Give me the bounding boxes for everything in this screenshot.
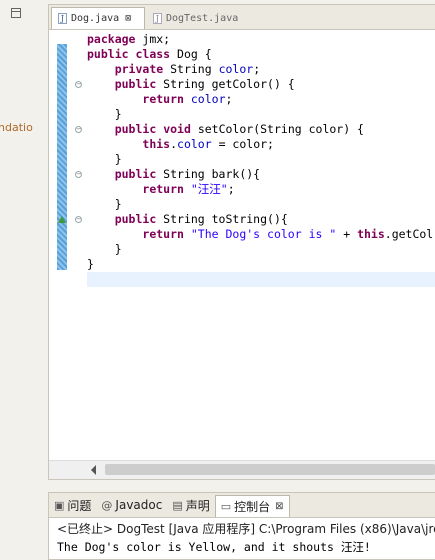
- javadoc-icon: @: [101, 498, 113, 512]
- editor-tab-bar: J Dog.java ⊠ J DogTest.java: [49, 5, 435, 30]
- fold-toggle-icon[interactable]: −: [75, 126, 82, 133]
- code-line[interactable]: return "汪汪";: [87, 182, 435, 197]
- code-line[interactable]: return color;: [87, 92, 435, 107]
- tab-label: 问题: [67, 498, 92, 513]
- code-line[interactable]: public String toString(){: [87, 212, 435, 227]
- current-line-highlight: [87, 272, 435, 287]
- code-editor[interactable]: − − − − package jmx; public class Dog { p…: [49, 30, 435, 461]
- code-line[interactable]: this.color = color;: [87, 137, 435, 152]
- tab-console[interactable]: ▭ 控制台 ⊠: [214, 495, 290, 517]
- scroll-left-icon[interactable]: [91, 465, 96, 475]
- code-line[interactable]: public void setColor(String color) {: [87, 122, 435, 137]
- tab-dog-java[interactable]: J Dog.java ⊠: [51, 7, 145, 29]
- tab-declaration[interactable]: ▤ 声明: [167, 494, 214, 516]
- editor-pane: J Dog.java ⊠ J DogTest.java − − − − pack…: [48, 4, 435, 480]
- console-status: <已终止> DogTest [Java 应用程序] C:\Program Fil…: [57, 522, 435, 536]
- code-line[interactable]: }: [87, 257, 435, 272]
- scrollbar-thumb[interactable]: [105, 464, 435, 475]
- console-pane: ▣ 问题 @ Javadoc ▤ 声明 ▭ 控制台 ⊠ <已终止> DogTes…: [48, 492, 435, 560]
- code-line[interactable]: public String bark(){: [87, 167, 435, 182]
- code-line[interactable]: }: [87, 197, 435, 212]
- override-marker-icon: [58, 216, 66, 223]
- java-file-icon: J: [58, 13, 67, 24]
- tab-javadoc[interactable]: @ Javadoc: [96, 494, 167, 516]
- horizontal-scrollbar[interactable]: [49, 460, 435, 479]
- code-line[interactable]: public class Dog {: [87, 47, 435, 62]
- fold-toggle-icon[interactable]: −: [75, 216, 82, 223]
- truncated-label: ndatio: [0, 121, 33, 134]
- tab-dogtest-java[interactable]: J DogTest.java: [147, 7, 247, 29]
- code-line[interactable]: private String color;: [87, 62, 435, 77]
- close-icon[interactable]: ⊠: [275, 501, 283, 512]
- change-ruler: [57, 44, 67, 270]
- tab-label: 声明: [185, 498, 210, 513]
- code-line[interactable]: public String getColor() {: [87, 77, 435, 92]
- left-panel: ndatio: [0, 0, 46, 560]
- code-line[interactable]: }: [87, 152, 435, 167]
- code-line[interactable]: package jmx;: [87, 32, 435, 47]
- java-file-icon: J: [153, 12, 162, 24]
- console-icon: ▭: [220, 500, 232, 513]
- tab-label: DogTest.java: [166, 12, 239, 24]
- tab-label: Javadoc: [115, 498, 163, 512]
- tab-problems[interactable]: ▣ 问题: [49, 494, 96, 516]
- code-line[interactable]: }: [87, 107, 435, 122]
- close-icon[interactable]: ⊠: [125, 13, 131, 24]
- problems-icon: ▣: [54, 498, 65, 512]
- source-code[interactable]: package jmx; public class Dog { private S…: [87, 32, 435, 272]
- fold-toggle-icon[interactable]: −: [75, 171, 82, 178]
- code-line[interactable]: }: [87, 242, 435, 257]
- tab-label: 控制台: [234, 500, 271, 514]
- console-output[interactable]: The Dog's color is Yellow, and it shouts…: [57, 539, 371, 555]
- console-tab-bar: ▣ 问题 @ Javadoc ▤ 声明 ▭ 控制台 ⊠: [49, 493, 435, 518]
- tab-label: Dog.java: [71, 13, 120, 24]
- minimize-icon[interactable]: [11, 8, 21, 18]
- fold-toggle-icon[interactable]: −: [75, 81, 82, 88]
- declaration-icon: ▤: [172, 498, 183, 512]
- code-line[interactable]: return "The Dog's color is " + this.getC…: [87, 227, 435, 242]
